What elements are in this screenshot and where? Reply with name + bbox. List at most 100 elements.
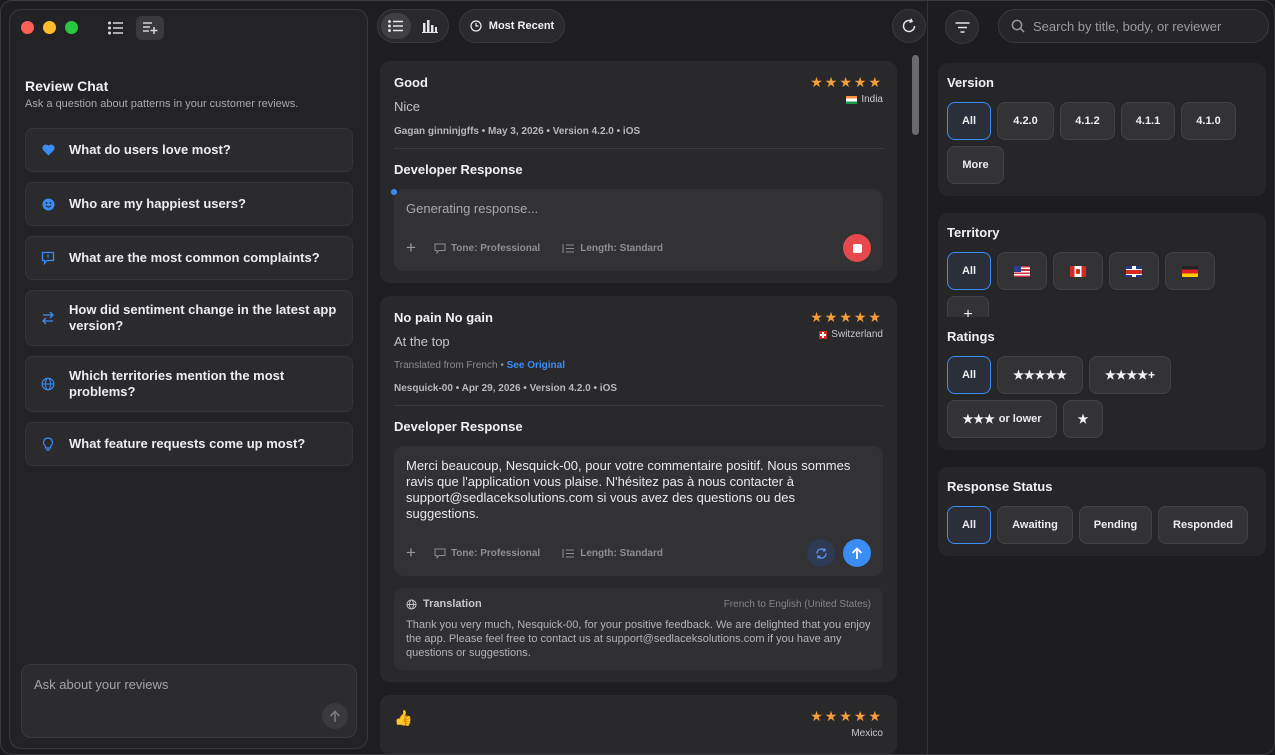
suggestion-feature-requests[interactable]: What feature requests come up most? xyxy=(25,422,353,466)
response-editor[interactable]: Merci beaucoup, Nesquick-00, pour votre … xyxy=(394,446,883,576)
length-icon xyxy=(562,548,575,558)
country-name: India xyxy=(861,94,883,105)
refresh-button[interactable] xyxy=(892,9,926,43)
territory-chip-de[interactable] xyxy=(1165,252,1215,290)
response-text[interactable]: Generating response... xyxy=(406,201,871,217)
rating-chip-one[interactable]: ★ xyxy=(1063,400,1103,438)
feed-scrollbar-thumb[interactable] xyxy=(912,55,919,135)
divider xyxy=(394,148,883,149)
see-original-link[interactable]: See Original xyxy=(507,360,565,371)
territory-chip-gb[interactable] xyxy=(1109,252,1159,290)
chat-send-button[interactable] xyxy=(322,703,348,729)
version-chip-all[interactable]: All xyxy=(947,102,991,140)
review-stars: ★★★★★ xyxy=(810,708,883,724)
response-editor[interactable]: Generating response... + Tone: Professio… xyxy=(394,189,883,271)
chat-sidebar: Review Chat Ask a question about pattern… xyxy=(9,9,368,749)
chart-view-toggle[interactable] xyxy=(415,13,445,39)
heart-icon xyxy=(40,144,56,156)
list-icon xyxy=(388,20,403,32)
length-selector[interactable]: Length: Standard xyxy=(562,548,663,559)
switzerland-flag-icon xyxy=(819,330,828,339)
response-tools: + Tone: Professional Length: Standard xyxy=(406,539,871,567)
suggestion-territories-problems[interactable]: Which territories mention the most probl… xyxy=(25,356,353,412)
sparkle-list-button[interactable] xyxy=(136,16,164,40)
smiley-icon xyxy=(40,198,56,211)
version-title: Version xyxy=(947,75,994,90)
regenerate-button[interactable] xyxy=(807,539,835,567)
germany-flag-icon xyxy=(1182,265,1198,277)
tone-selector[interactable]: Tone: Professional xyxy=(434,548,540,559)
minimize-window-button[interactable] xyxy=(43,21,56,34)
ratings-filter: Ratings All ★★★★★ ★★★★+ ★★★ or lower ★ xyxy=(938,317,1266,450)
ratings-title: Ratings xyxy=(947,329,995,344)
version-more-chip[interactable]: More xyxy=(947,146,1004,184)
status-chip-responded[interactable]: Responded xyxy=(1158,506,1248,544)
territory-chip-ca[interactable] xyxy=(1053,252,1103,290)
length-selector[interactable]: Length: Standard xyxy=(562,243,663,254)
rating-chip-three-or-lower[interactable]: ★★★ or lower xyxy=(947,400,1057,438)
rating-chip-four-plus[interactable]: ★★★★+ xyxy=(1089,356,1171,394)
filter-toggle-button[interactable] xyxy=(945,10,979,44)
tone-selector[interactable]: Tone: Professional xyxy=(434,243,540,254)
chat-subtitle: Ask a question about patterns in your cu… xyxy=(25,98,299,110)
list-view-toggle[interactable] xyxy=(381,13,411,39)
version-chip[interactable]: 4.2.0 xyxy=(997,102,1054,140)
response-status-chips: All Awaiting Pending Responded xyxy=(947,506,1257,544)
version-chip[interactable]: 4.1.0 xyxy=(1181,102,1236,140)
sort-button[interactable]: Most Recent xyxy=(459,9,565,43)
suggestion-label: How did sentiment change in the latest a… xyxy=(69,302,337,333)
status-chip-all[interactable]: All xyxy=(947,506,991,544)
unsaved-indicator xyxy=(391,189,397,195)
lightbulb-icon xyxy=(40,436,56,452)
filter-lines-icon xyxy=(955,21,969,33)
sort-label: Most Recent xyxy=(488,20,555,32)
review-meta: Gagan ginninjgffs • May 3, 2026 • Versio… xyxy=(394,126,641,137)
chat-input[interactable]: Ask about your reviews xyxy=(21,664,357,738)
four-plus-stars-icon: ★★★★+ xyxy=(1104,368,1156,382)
territory-chip-all[interactable]: All xyxy=(947,252,991,290)
version-chip[interactable]: 4.1.2 xyxy=(1060,102,1115,140)
chat-input-placeholder: Ask about your reviews xyxy=(34,677,169,692)
territory-chip-us[interactable] xyxy=(997,252,1047,290)
length-label: Length: Standard xyxy=(580,547,663,559)
suggestion-happiest-users[interactable]: Who are my happiest users? xyxy=(25,182,353,226)
suggestion-common-complaints[interactable]: What are the most common complaints? xyxy=(25,236,353,280)
suggestion-love-most[interactable]: What do users love most? xyxy=(25,128,353,172)
search-input[interactable]: Search by title, body, or reviewer xyxy=(998,9,1269,43)
territory-title: Territory xyxy=(947,225,1000,240)
filter-panel: Search by title, body, or reviewer Versi… xyxy=(927,1,1274,754)
suggestion-sentiment-change[interactable]: How did sentiment change in the latest a… xyxy=(25,290,353,346)
india-flag-icon xyxy=(846,95,858,104)
close-window-button[interactable] xyxy=(21,21,34,34)
canada-flag-icon xyxy=(1070,265,1086,277)
translation-label: Translation xyxy=(423,598,482,610)
reviews-feed[interactable]: Good ★★★★★ India Nice Gagan ginninjgffs … xyxy=(380,61,897,754)
search-placeholder: Search by title, body, or reviewer xyxy=(1033,18,1222,34)
version-filter: Version All 4.2.0 4.1.2 4.1.1 4.1.0 More xyxy=(938,63,1266,196)
add-attachment-button[interactable]: + xyxy=(406,238,416,258)
view-toggle xyxy=(377,9,449,43)
response-text[interactable]: Merci beaucoup, Nesquick-00, pour votre … xyxy=(406,458,871,522)
version-chip[interactable]: 4.1.1 xyxy=(1121,102,1175,140)
suggestion-label: What do users love most? xyxy=(69,142,231,157)
arrow-up-icon xyxy=(851,546,863,559)
reviews-toolbar: Most Recent xyxy=(377,9,926,45)
rating-chip-five[interactable]: ★★★★★ xyxy=(997,356,1083,394)
length-label: Length: Standard xyxy=(580,242,663,254)
stop-generating-button[interactable] xyxy=(843,234,871,262)
zoom-window-button[interactable] xyxy=(65,21,78,34)
status-chip-pending[interactable]: Pending xyxy=(1079,506,1152,544)
suggestion-label: What feature requests come up most? xyxy=(69,436,306,451)
feed-scrollbar[interactable] xyxy=(909,53,921,754)
list-icon xyxy=(108,21,123,35)
rating-chip-all[interactable]: All xyxy=(947,356,991,394)
review-stars: ★★★★★ xyxy=(810,309,883,325)
suggestion-label: What are the most common complaints? xyxy=(69,250,320,265)
list-view-button[interactable] xyxy=(102,16,130,40)
country-name: Switzerland xyxy=(831,329,883,340)
developer-response-title: Developer Response xyxy=(394,419,523,434)
send-response-button[interactable] xyxy=(843,539,871,567)
status-chip-awaiting[interactable]: Awaiting xyxy=(997,506,1073,544)
add-attachment-button[interactable]: + xyxy=(406,543,416,563)
review-body: Nice xyxy=(394,99,421,114)
